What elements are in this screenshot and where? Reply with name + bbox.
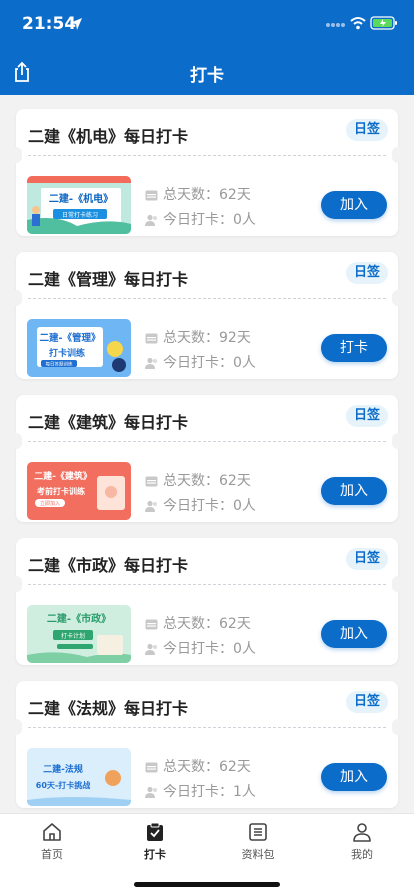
battery-icon — [370, 16, 397, 30]
people-icon — [145, 214, 157, 226]
page-title: 打卡 — [190, 66, 224, 86]
thumb-badge: 立即加入 — [40, 500, 60, 507]
location-arrow-icon — [70, 18, 82, 30]
ticket-notch — [10, 576, 22, 592]
thumb-subtitle: 考前打卡训练 — [37, 486, 85, 496]
ticket-notch — [10, 719, 22, 735]
checkin-card[interactable]: 二建《管理》每日打卡 日签 二建-《管理》 打卡训练 每日答题训练 总天数：92… — [10, 252, 404, 379]
thumb-title: 二建-法规 — [43, 763, 83, 775]
home-indicator[interactable] — [134, 882, 280, 887]
ticket-notch — [392, 147, 404, 163]
card-title: 二建《市政》每日打卡 — [28, 556, 189, 575]
tab-label: 打卡 — [144, 848, 166, 861]
thumb-title: 二建-《建筑》 — [34, 470, 92, 482]
thumb-title: 二建-《机电》 — [49, 192, 113, 205]
ticket-notch — [392, 290, 404, 306]
join-button[interactable]: 加入 — [321, 763, 387, 791]
ticket-notch — [10, 290, 22, 306]
checkin-icon — [147, 822, 163, 841]
dashed-divider — [28, 155, 386, 156]
tab-label: 我的 — [351, 848, 373, 861]
calendar-icon — [145, 333, 158, 344]
tab-checkin[interactable]: 打卡 — [115, 822, 195, 872]
card-title: 二建《建筑》每日打卡 — [28, 413, 189, 432]
checkin-button[interactable]: 打卡 — [321, 334, 387, 362]
ticket-notch — [10, 147, 22, 163]
checkin-card[interactable]: 二建《市政》每日打卡 日签 二建-《市政》 打卡计划 总天数：62天 今日打卡：… — [10, 538, 404, 665]
thumb-subtitle: 日常打卡练习 — [62, 211, 98, 219]
tab-home[interactable]: 首页 — [12, 822, 92, 872]
thumb-badge: 每日答题训练 — [46, 361, 73, 368]
status-time: 21:54 — [22, 14, 77, 34]
ticket-notch — [392, 576, 404, 592]
card-title: 二建《管理》每日打卡 — [28, 270, 189, 289]
tab-profile[interactable]: 我的 — [322, 822, 402, 872]
dashed-divider — [28, 727, 386, 728]
ticket-notch — [392, 433, 404, 449]
dashed-divider — [28, 298, 386, 299]
card-title: 二建《法规》每日打卡 — [28, 699, 189, 718]
calendar-icon — [145, 619, 158, 630]
card-thumbnail[interactable]: 二建-《市政》 打卡计划 — [27, 605, 131, 663]
ticket-notch — [10, 433, 22, 449]
ticket-notch — [392, 719, 404, 735]
calendar-icon — [145, 476, 158, 487]
people-icon — [145, 500, 157, 512]
signal-icon — [326, 23, 345, 27]
tab-materials[interactable]: 资料包 — [218, 822, 298, 872]
app-header: 21:54 打卡 — [0, 0, 414, 95]
card-title: 二建《机电》每日打卡 — [28, 127, 189, 146]
status-bar: 21:54 — [0, 14, 414, 36]
people-icon — [145, 786, 157, 798]
calendar-icon — [145, 762, 158, 773]
thumb-title: 二建-《管理》 — [40, 332, 101, 344]
tab-label: 首页 — [41, 848, 63, 861]
wifi-icon — [350, 17, 366, 30]
profile-icon — [353, 823, 371, 842]
dashed-divider — [28, 584, 386, 585]
people-icon — [145, 643, 157, 655]
checkin-card[interactable]: 二建《机电》每日打卡 日签 二建-《机电》 日常打卡练习 总天数：62天 今日打… — [10, 109, 404, 236]
join-button[interactable]: 加入 — [321, 191, 387, 219]
document-list-icon — [249, 823, 267, 841]
people-icon — [145, 357, 157, 369]
checkin-card[interactable]: 二建《建筑》每日打卡 日签 二建-《建筑》 考前打卡训练 立即加入 总天数：62… — [10, 395, 404, 522]
thumb-subtitle: 60天-打卡挑战 — [36, 780, 90, 790]
home-icon — [43, 823, 61, 841]
daily-sign-tag[interactable]: 日签 — [345, 119, 388, 141]
card-thumbnail[interactable]: 二建-法规 60天-打卡挑战 — [27, 748, 131, 806]
thumb-subtitle: 打卡计划 — [61, 632, 85, 640]
card-thumbnail[interactable]: 二建-《机电》 日常打卡练习 — [27, 176, 131, 234]
checkin-card[interactable]: 二建《法规》每日打卡 日签 二建-法规 60天-打卡挑战 总天数：62天 今日打… — [10, 681, 404, 808]
daily-sign-tag[interactable]: 日签 — [345, 262, 388, 284]
join-button[interactable]: 加入 — [321, 620, 387, 648]
daily-sign-tag[interactable]: 日签 — [345, 405, 388, 427]
checkin-list[interactable]: 二建《机电》每日打卡 日签 二建-《机电》 日常打卡练习 总天数：62天 今日打… — [0, 95, 414, 813]
daily-sign-tag[interactable]: 日签 — [345, 691, 388, 713]
calendar-icon — [145, 190, 158, 201]
dashed-divider — [28, 441, 386, 442]
card-thumbnail[interactable]: 二建-《建筑》 考前打卡训练 立即加入 — [27, 462, 131, 520]
daily-sign-tag[interactable]: 日签 — [345, 548, 388, 570]
card-thumbnail[interactable]: 二建-《管理》 打卡训练 每日答题训练 — [27, 319, 131, 377]
join-button[interactable]: 加入 — [321, 477, 387, 505]
thumb-title: 二建-《市政》 — [47, 612, 111, 625]
tab-label: 资料包 — [241, 848, 275, 861]
thumb-subtitle: 打卡训练 — [49, 347, 85, 359]
